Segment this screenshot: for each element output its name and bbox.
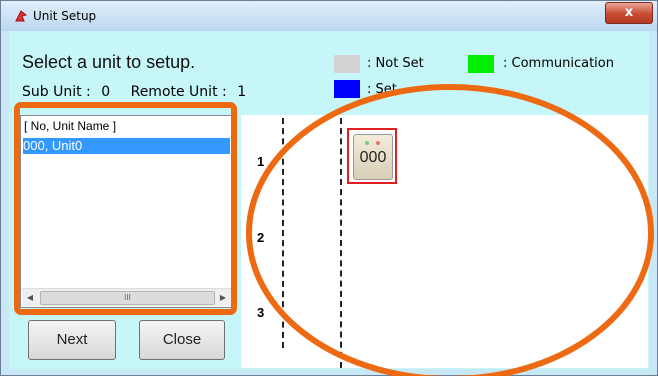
legend-communication-swatch [468,55,494,73]
window-title: Unit Setup [33,9,97,23]
setup-app-icon [15,10,28,22]
row-label-3: 3 [257,305,265,320]
unit-layout-view[interactable] [241,115,648,368]
title-bar[interactable]: Unit Setup x [1,1,657,31]
red-led-icon [376,141,380,145]
legend-not-set-label: : Not Set [367,56,424,71]
scroll-thumb[interactable]: III [40,291,215,305]
row-divider-left [282,118,284,348]
unit-list-header: [ No, Unit Name ] [24,119,117,133]
sub-unit-label: Sub Unit : [22,84,91,100]
window-close-button[interactable]: x [605,2,653,24]
instruction-text: Select a unit to setup. [22,52,196,72]
legend-set-swatch [334,80,360,98]
unit-list[interactable]: [ No, Unit Name ] 000, Unit0 ◀ III ▶ [20,115,233,308]
legend-not-set-swatch [334,55,360,73]
list-item-label: 000, Unit0 [23,138,83,153]
close-button[interactable]: Close [139,320,225,360]
row-label-1: 1 [257,154,265,169]
remote-unit-value: 1 [237,84,247,100]
green-led-icon [365,141,369,145]
legend-communication-label: : Communication [503,56,614,71]
legend-set-label: : Set [367,82,397,97]
unit-number: 000 [359,149,387,166]
list-item[interactable]: 000, Unit0 [23,138,230,154]
row-divider-right [340,118,342,368]
unit-tile-000[interactable]: 000 [347,128,397,184]
remote-unit-label: Remote Unit : [130,84,227,100]
horizontal-scrollbar[interactable]: ◀ III ▶ [22,288,231,306]
scroll-right-icon[interactable]: ▶ [215,289,231,306]
row-label-2: 2 [257,230,265,245]
unit-counts: Sub Unit : 0 Remote Unit : 1 [22,84,246,100]
unit-icon: 000 [353,134,393,180]
next-button[interactable]: Next [28,320,116,360]
sub-unit-value: 0 [101,84,111,100]
scroll-left-icon[interactable]: ◀ [22,289,38,306]
